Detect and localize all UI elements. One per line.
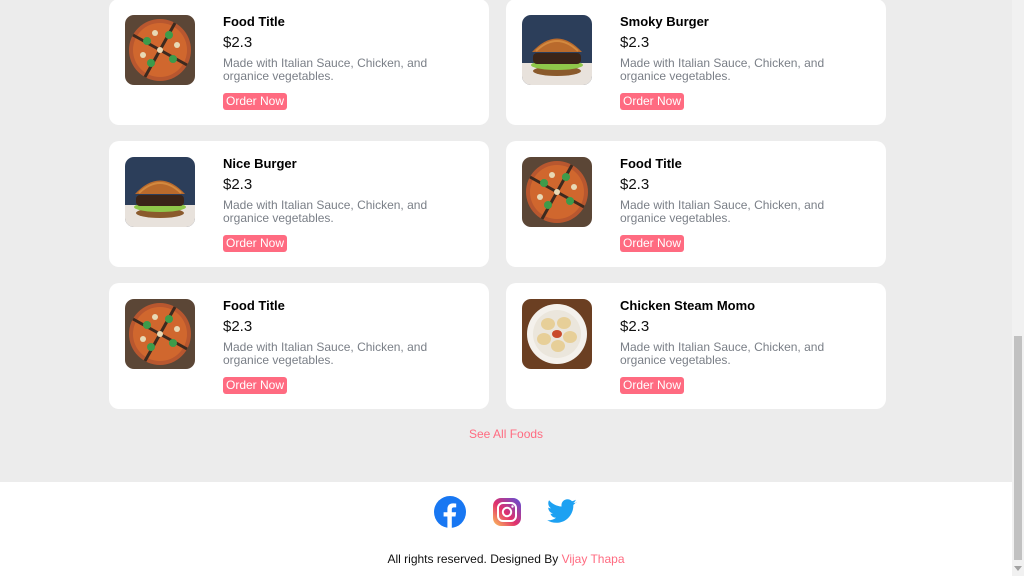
pizza-image — [125, 299, 195, 369]
food-title: Chicken Steam Momo — [620, 298, 756, 313]
food-title: Nice Burger — [223, 156, 297, 171]
food-description: Made with Italian Sauce, Chicken, and or… — [223, 198, 428, 225]
momo-image — [522, 299, 592, 369]
scrollbar-thumb[interactable] — [1014, 336, 1022, 560]
food-description: Made with Italian Sauce, Chicken, and or… — [620, 340, 825, 367]
food-price: $2.3 — [223, 318, 253, 335]
order-now-button[interactable]: Order Now — [620, 93, 685, 110]
pizza-image — [125, 15, 195, 85]
food-title: Food Title — [620, 156, 682, 171]
order-now-button[interactable]: Order Now — [223, 235, 288, 252]
food-title: Smoky Burger — [620, 14, 709, 29]
food-menu-section: Food Title $2.3 Made with Italian Sauce,… — [0, 0, 1012, 482]
twitter-icon[interactable] — [546, 496, 578, 528]
food-price: $2.3 — [620, 318, 650, 335]
credits-text: All rights reserved. Designed By — [387, 552, 562, 566]
instagram-icon[interactable] — [491, 496, 523, 528]
food-title: Food Title — [223, 298, 285, 313]
food-description: Made with Italian Sauce, Chicken, and or… — [620, 56, 825, 83]
food-price: $2.3 — [223, 34, 253, 51]
footer: All rights reserved. Designed By Vijay T… — [0, 482, 1012, 576]
food-card: Food Title $2.3 Made with Italian Sauce,… — [109, 283, 489, 409]
food-title: Food Title — [223, 14, 285, 29]
vertical-scrollbar[interactable] — [1012, 0, 1024, 576]
food-description: Made with Italian Sauce, Chicken, and or… — [620, 198, 825, 225]
food-card: Nice Burger $2.3 Made with Italian Sauce… — [109, 141, 489, 267]
order-now-button[interactable]: Order Now — [223, 377, 288, 394]
burger-image — [125, 157, 195, 227]
food-price: $2.3 — [223, 176, 253, 193]
pizza-image — [522, 157, 592, 227]
order-now-button[interactable]: Order Now — [223, 93, 288, 110]
food-card: Chicken Steam Momo $2.3 Made with Italia… — [506, 283, 886, 409]
food-card: Smoky Burger $2.3 Made with Italian Sauc… — [506, 0, 886, 125]
see-all-foods-link[interactable]: See All Foods — [469, 427, 543, 441]
order-now-button[interactable]: Order Now — [620, 377, 685, 394]
food-description: Made with Italian Sauce, Chicken, and or… — [223, 340, 428, 367]
author-link[interactable]: Vijay Thapa — [562, 552, 625, 566]
scroll-down-arrow-icon[interactable] — [1014, 566, 1022, 571]
facebook-icon[interactable] — [434, 496, 466, 528]
food-description: Made with Italian Sauce, Chicken, and or… — [223, 56, 428, 83]
burger-image — [522, 15, 592, 85]
food-card: Food Title $2.3 Made with Italian Sauce,… — [506, 141, 886, 267]
order-now-button[interactable]: Order Now — [620, 235, 685, 252]
food-price: $2.3 — [620, 176, 650, 193]
food-card: Food Title $2.3 Made with Italian Sauce,… — [109, 0, 489, 125]
footer-credits: All rights reserved. Designed By Vijay T… — [0, 552, 1012, 566]
food-price: $2.3 — [620, 34, 650, 51]
